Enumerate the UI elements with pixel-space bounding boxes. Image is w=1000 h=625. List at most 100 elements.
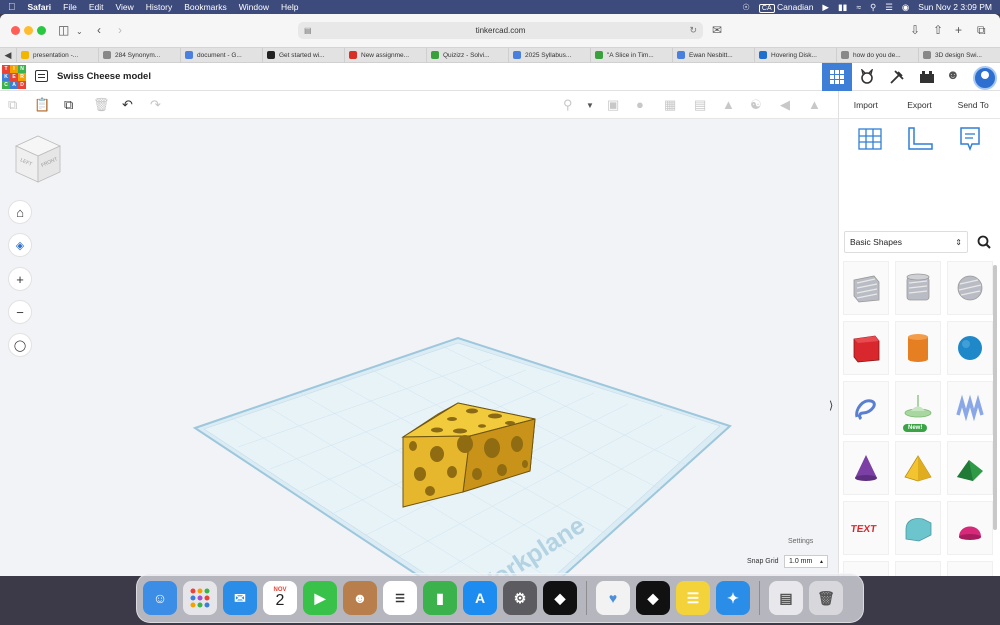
view-cube[interactable]: LEFT FRONT bbox=[12, 134, 64, 186]
hide-icon[interactable]: ◀ bbox=[780, 97, 790, 113]
shape-text-shape[interactable] bbox=[947, 381, 993, 435]
ungroup-icon[interactable]: ▦ bbox=[664, 97, 676, 113]
menubar-clock[interactable]: Sun Nov 2 3:09 PM bbox=[918, 2, 992, 12]
downloads-stack-icon[interactable]: ▤ bbox=[769, 581, 803, 615]
shape-roof[interactable] bbox=[947, 441, 993, 495]
menu-history[interactable]: History bbox=[146, 2, 172, 12]
shape-ring[interactable] bbox=[947, 561, 993, 576]
browser-tab[interactable]: Get started wi... bbox=[262, 48, 344, 62]
menu-file[interactable]: File bbox=[63, 2, 77, 12]
input-source-menu[interactable]: CA Canadian bbox=[758, 2, 813, 13]
menu-app-name[interactable]: Safari bbox=[28, 2, 52, 12]
ruler-icon[interactable] bbox=[906, 126, 934, 152]
shape-cylinder[interactable] bbox=[895, 321, 941, 375]
shape-search-button[interactable] bbox=[970, 231, 998, 253]
menu-window[interactable]: Window bbox=[239, 2, 269, 12]
menu-view[interactable]: View bbox=[115, 2, 133, 12]
shape-panel-scrollbar[interactable] bbox=[993, 265, 997, 530]
notes-icon[interactable] bbox=[958, 126, 982, 152]
shape-graph[interactable]: New! bbox=[895, 381, 941, 435]
shape-box-hole[interactable] bbox=[843, 261, 889, 315]
undo-icon[interactable]: ↶ bbox=[122, 97, 133, 113]
keychain-icon[interactable]: ♥ bbox=[596, 581, 630, 615]
3d-canvas[interactable]: Workplane LEFT FRONT ⌂ ◈ + − ◯ bbox=[0, 119, 838, 576]
browser-tab[interactable]: how do you de... bbox=[836, 48, 918, 62]
browser-tab[interactable]: "A Slice in Tim... bbox=[590, 48, 672, 62]
zoom-in-button[interactable]: + bbox=[8, 267, 32, 291]
duplicate-icon[interactable]: ⧉ bbox=[64, 97, 73, 113]
launchpad-icon[interactable] bbox=[183, 581, 217, 615]
delete-icon[interactable]: 🗑 bbox=[93, 97, 110, 113]
align-icon[interactable]: ▤ bbox=[694, 97, 706, 113]
bricks-view-button[interactable] bbox=[912, 63, 942, 91]
forward-icon[interactable]: › bbox=[118, 22, 122, 38]
settings-link[interactable]: Settings bbox=[788, 538, 813, 545]
sidebar-toggle-icon[interactable]: ◫ bbox=[58, 22, 69, 38]
collapse-panel-icon[interactable]: ⟩ bbox=[829, 399, 833, 412]
tab-scroll-left-icon[interactable]: ◀ bbox=[0, 48, 16, 62]
redo-icon[interactable]: ↷ bbox=[150, 97, 161, 113]
apple-menu-icon[interactable]:  bbox=[8, 2, 16, 13]
creative-cloud-icon[interactable]: ☉ bbox=[742, 2, 750, 13]
facetime-icon[interactable]: ▶ bbox=[303, 581, 337, 615]
shape-tube[interactable] bbox=[895, 561, 941, 576]
menu-edit[interactable]: Edit bbox=[89, 2, 104, 12]
fit-view-button[interactable]: ◈ bbox=[8, 233, 32, 257]
export-button[interactable]: Export bbox=[893, 91, 947, 118]
shape-paraboloid[interactable] bbox=[947, 501, 993, 555]
browser-tab[interactable]: Quizizz - Solvi... bbox=[426, 48, 508, 62]
minimize-window-button[interactable] bbox=[24, 26, 33, 35]
contacts-icon[interactable]: ☻ bbox=[343, 581, 377, 615]
shape-round-roof[interactable] bbox=[895, 501, 941, 555]
finder-icon[interactable]: ☺ bbox=[143, 581, 177, 615]
wifi-icon[interactable]: ≈ bbox=[856, 2, 861, 12]
snap-grid-select[interactable]: 1.0 mm ▲ bbox=[784, 555, 828, 568]
page-settings-icon[interactable]: ▤ bbox=[304, 26, 312, 35]
numbers-icon[interactable]: ▮ bbox=[423, 581, 457, 615]
play-icon[interactable]: ▶ bbox=[822, 2, 829, 13]
shape-cone[interactable] bbox=[843, 441, 889, 495]
shape-scribble[interactable] bbox=[843, 381, 889, 435]
calendar-icon[interactable]: NOV 2 bbox=[263, 581, 297, 615]
home-view-button[interactable]: ⌂ bbox=[8, 200, 32, 224]
model-title[interactable]: Swiss Cheese model bbox=[57, 71, 151, 82]
browser-tab[interactable]: Ewan Nesbitt... bbox=[672, 48, 754, 62]
browser-tab[interactable]: presentation -... bbox=[16, 48, 98, 62]
shape-category-select[interactable]: Basic Shapes ⇕ bbox=[844, 231, 968, 253]
solid-hole-icon[interactable]: ● bbox=[636, 97, 644, 112]
shape-text[interactable]: TEXT bbox=[843, 501, 889, 555]
reload-icon[interactable]: ↻ bbox=[689, 25, 697, 36]
notes-app-icon[interactable]: ☰ bbox=[676, 581, 710, 615]
zoom-window-button[interactable] bbox=[37, 26, 46, 35]
mail-icon[interactable]: ✉ bbox=[712, 22, 722, 38]
app-store-icon[interactable]: A bbox=[463, 581, 497, 615]
address-bar[interactable]: ▤ tinkercad.com ↻ bbox=[298, 22, 703, 39]
reminders-icon[interactable]: ☰ bbox=[383, 581, 417, 615]
shape-pyramid[interactable] bbox=[895, 441, 941, 495]
zoom-out-button[interactable]: − bbox=[8, 300, 32, 324]
downloads-icon[interactable]: ⇩ bbox=[910, 22, 920, 38]
menu-bookmarks[interactable]: Bookmarks bbox=[184, 2, 227, 12]
menu-help[interactable]: Help bbox=[281, 2, 298, 12]
siri-icon[interactable]: ◉ bbox=[902, 2, 909, 13]
3d-design-view-button[interactable] bbox=[822, 63, 852, 91]
shape-sphere[interactable] bbox=[947, 321, 993, 375]
light-bulb-icon[interactable]: ⚲ bbox=[563, 97, 573, 113]
perspective-button[interactable]: ◯ bbox=[8, 333, 32, 357]
control-center-icon[interactable]: ☰ bbox=[885, 2, 893, 13]
add-user-icon[interactable]: ☻ bbox=[946, 67, 960, 82]
safari-icon[interactable]: ✦ bbox=[716, 581, 750, 615]
browser-tab[interactable]: document - G... bbox=[180, 48, 262, 62]
mail-app-icon[interactable]: ✉ bbox=[223, 581, 257, 615]
browser-tab[interactable]: 3D design Swi... bbox=[918, 48, 1000, 62]
chevron-down-icon[interactable]: ▼ bbox=[586, 101, 594, 110]
cruise-icon[interactable]: ☯ bbox=[750, 97, 762, 113]
shape-box[interactable] bbox=[843, 321, 889, 375]
search-icon[interactable]: ⚲ bbox=[870, 2, 876, 13]
lock-icon[interactable]: ▲ bbox=[808, 97, 821, 112]
browser-tab[interactable]: New assignme... bbox=[344, 48, 426, 62]
menu-icon[interactable] bbox=[35, 70, 48, 82]
avatar[interactable] bbox=[973, 66, 997, 90]
browser-tab[interactable]: Hovering Disk... bbox=[754, 48, 836, 62]
blocks-view-button[interactable] bbox=[852, 63, 882, 91]
